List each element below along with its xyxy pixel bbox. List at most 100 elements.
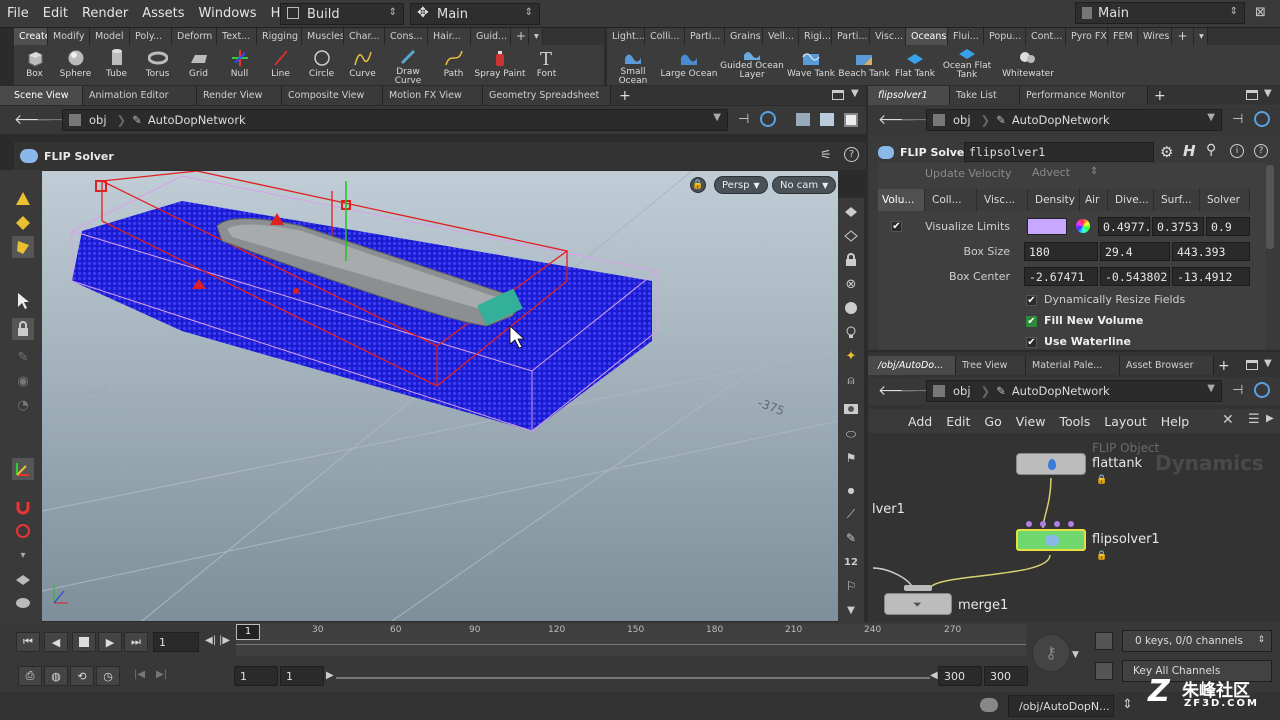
loop-icon[interactable]: ⟲ — [70, 666, 94, 686]
flattank-node[interactable] — [1016, 453, 1086, 475]
handle-tool-icon[interactable] — [12, 458, 34, 480]
maximize-icon[interactable] — [832, 90, 844, 100]
shelf-tab-deform[interactable]: Deform — [172, 28, 217, 45]
param-tab-air[interactable]: Air — [1080, 189, 1108, 211]
chevron-down-icon[interactable]: ▼ — [1072, 650, 1079, 660]
display-icon[interactable] — [841, 202, 861, 222]
input-port[interactable] — [1040, 521, 1046, 527]
view-tool-icon[interactable] — [12, 592, 34, 614]
network-canvas[interactable]: Dynamics FLIP Object flattank 🔒 lver1 fl… — [868, 433, 1280, 622]
handles-icon[interactable]: ⚟ — [820, 148, 832, 163]
merge-node[interactable]: ⏷ — [884, 593, 952, 615]
path-root[interactable]: obj — [89, 113, 107, 127]
dyn-resize-checkbox[interactable]: ✔ — [1026, 295, 1037, 306]
box-center-x-field[interactable]: -2.67471 — [1024, 267, 1098, 286]
chevron-down-icon[interactable]: ▾ — [1194, 28, 1208, 45]
flattank-label[interactable]: flattank — [1092, 456, 1142, 471]
net-menu-layout[interactable]: Layout — [1104, 414, 1147, 429]
tool-curve[interactable]: Curve — [342, 45, 383, 85]
param-tab-density[interactable]: Density — [1028, 189, 1080, 211]
wrench-icon[interactable]: ✕ — [1222, 412, 1234, 428]
shelf-tab-rigging[interactable]: Rigging — [257, 28, 302, 45]
playback-end-field[interactable]: 300 — [938, 666, 982, 686]
dot-icon[interactable]: ● — [841, 480, 861, 500]
advect-button[interactable]: Advect — [1032, 166, 1070, 179]
context-select[interactable]: ✥ Main ⇕ — [410, 3, 540, 25]
maximize-icon[interactable] — [1246, 90, 1258, 100]
shelf-tab-cons[interactable]: Cons... — [385, 28, 428, 45]
merge-input-bar[interactable] — [904, 585, 932, 591]
handle-point[interactable] — [293, 288, 299, 294]
cam-menu-button[interactable]: No cam ▼ — [772, 176, 837, 194]
desktop-select[interactable]: Build ⇕ — [280, 3, 404, 25]
fill-new-volume-checkbox[interactable]: ✔ — [1026, 316, 1037, 327]
flag-icon[interactable]: ⚐ — [841, 576, 861, 596]
network-path-field[interactable]: obj ❯ ✎ AutoDopNetwork ▼ — [926, 380, 1222, 402]
param-tab-divergence[interactable]: Dive... — [1108, 189, 1154, 211]
tab-material-palette[interactable]: Material Pale... — [1026, 356, 1120, 375]
shelf-tab-guid[interactable]: Guid... — [471, 28, 511, 45]
net-menu-tools[interactable]: Tools — [1059, 414, 1090, 429]
brush-icon[interactable]: ✎ — [12, 346, 34, 368]
graph-icon[interactable] — [1095, 662, 1113, 680]
stop-icon[interactable] — [72, 632, 96, 652]
tool-whitewater[interactable]: Whitewater — [995, 45, 1061, 85]
range-start-field[interactable]: 1 — [234, 666, 278, 686]
range-end-field[interactable]: 300 — [984, 666, 1028, 686]
info-icon[interactable]: i — [1230, 144, 1244, 158]
scene-tool-icon[interactable] — [12, 568, 34, 590]
shelf-tab-modify[interactable]: Modify — [48, 28, 90, 45]
box-size-z-field[interactable]: 443.393 — [1172, 242, 1250, 261]
color-b-field[interactable]: 0.9 — [1206, 217, 1250, 236]
color-r-field[interactable]: 0.4977... — [1098, 217, 1150, 236]
search-icon[interactable]: ⚲ — [1206, 142, 1216, 158]
tool-flat-tank[interactable]: Flat Tank — [891, 45, 939, 85]
updown-icon[interactable]: ⇕ — [1122, 697, 1133, 712]
param-tab-volume[interactable]: Volu... — [878, 189, 925, 211]
color-wheel-icon[interactable] — [1076, 219, 1090, 233]
tab-geometry-spreadsheet[interactable]: Geometry Spreadsheet — [483, 86, 611, 105]
path-root[interactable]: obj — [953, 384, 971, 398]
status-path-field[interactable]: /obj/AutoDopN... — [1008, 695, 1114, 717]
tool-circle[interactable]: Circle — [301, 45, 342, 85]
shelf-tab-parti[interactable]: Parti... — [685, 28, 725, 45]
pointer-icon[interactable] — [12, 290, 34, 312]
shelf-tab-flui[interactable]: Flui... — [948, 28, 984, 45]
keys-channels-field[interactable]: 0 keys, 0/0 channels ⇕ — [1122, 630, 1272, 652]
chevron-down-icon[interactable]: ▾ — [529, 28, 543, 45]
step-back-icon[interactable]: ◀| — [205, 635, 216, 646]
select-state-icon[interactable] — [12, 188, 34, 210]
playhead-marker[interactable]: 1 — [236, 624, 260, 640]
lock-icon[interactable] — [841, 250, 861, 270]
clock-icon[interactable]: ◷ — [96, 666, 120, 686]
tool-grid[interactable]: Grid — [178, 45, 219, 85]
input-port[interactable] — [1026, 521, 1032, 527]
menu-windows[interactable]: Windows — [192, 6, 264, 21]
chevron-down-icon[interactable]: ▼ — [1264, 358, 1272, 369]
visualize-limits-toggle[interactable]: ✔ — [891, 221, 902, 232]
param-tab-surface[interactable]: Surf... — [1154, 189, 1200, 211]
play-reverse-icon[interactable]: ◀ — [44, 632, 68, 652]
shelf-tab-wires[interactable]: Wires — [1138, 28, 1172, 45]
add-tab-icon[interactable]: + — [1154, 88, 1166, 104]
snapshot-icon[interactable] — [820, 113, 834, 126]
add-shelf-icon[interactable]: + — [511, 28, 529, 45]
wireframe-icon[interactable] — [841, 226, 861, 246]
playback-start-field[interactable]: 1 — [280, 666, 324, 686]
tool-box[interactable]: Box — [14, 45, 55, 85]
chevron-down-icon[interactable]: ▼ — [841, 600, 861, 620]
realtime-icon[interactable]: ⎙ — [18, 666, 42, 686]
shading-icon[interactable] — [841, 298, 861, 318]
tool-draw-curve[interactable]: Draw Curve — [383, 45, 433, 86]
range-slider[interactable] — [336, 677, 930, 679]
pose-icon[interactable] — [12, 520, 34, 542]
shelf-tab-muscles[interactable]: Muscles — [302, 28, 344, 45]
use-waterline-checkbox[interactable]: ✔ — [1026, 337, 1037, 348]
frame-icon[interactable]: ⬭ — [841, 424, 861, 444]
jump-end-icon[interactable]: ⏭ — [124, 632, 148, 652]
updown-icon[interactable]: ⇕ — [1090, 166, 1098, 177]
display-options-icon[interactable] — [796, 113, 810, 126]
lock-camera-icon[interactable]: 🔒 — [690, 177, 706, 193]
chevron-down-icon[interactable]: ▼ — [851, 88, 859, 99]
net-menu-add[interactable]: Add — [908, 414, 932, 429]
